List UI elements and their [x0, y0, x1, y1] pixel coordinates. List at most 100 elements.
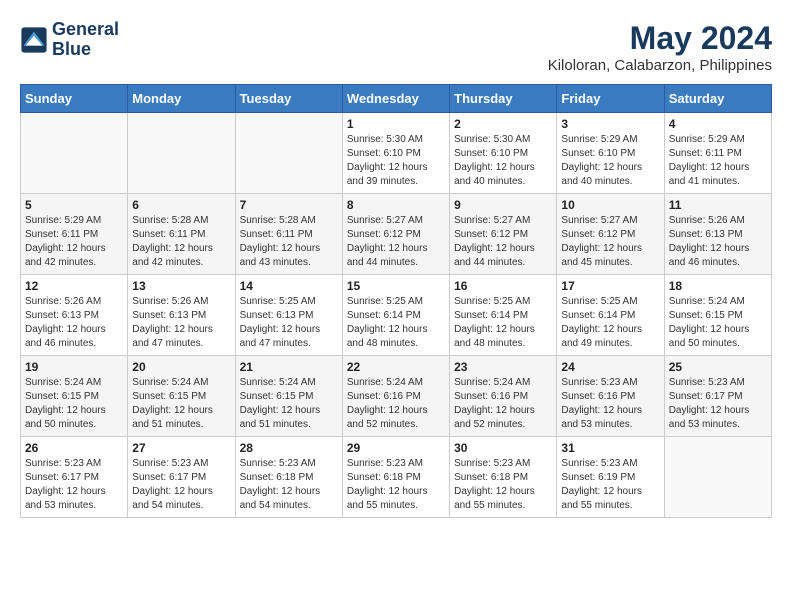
day-number: 31 [561, 441, 659, 455]
day-info: Sunrise: 5:30 AM Sunset: 6:10 PM Dayligh… [347, 133, 445, 189]
day-number: 30 [454, 441, 552, 455]
day-number: 29 [347, 441, 445, 455]
day-number: 3 [561, 117, 659, 131]
day-number: 18 [669, 279, 767, 293]
calendar-week-row: 1 Sunrise: 5:30 AM Sunset: 6:10 PM Daylig… [21, 113, 772, 194]
calendar-week-row: 26 Sunrise: 5:23 AM Sunset: 6:17 PM Dayli… [21, 437, 772, 518]
calendar-cell: 17 Sunrise: 5:25 AM Sunset: 6:14 PM Dayli… [557, 275, 664, 356]
day-info: Sunrise: 5:23 AM Sunset: 6:18 PM Dayligh… [347, 457, 445, 513]
day-info: Sunrise: 5:25 AM Sunset: 6:14 PM Dayligh… [347, 295, 445, 351]
day-info: Sunrise: 5:27 AM Sunset: 6:12 PM Dayligh… [454, 214, 552, 270]
calendar-cell: 23Sunrise: 5:24 AM Sunset: 6:16 PM Dayli… [450, 356, 557, 437]
day-number: 2 [454, 117, 552, 131]
calendar-cell: 31 Sunrise: 5:23 AM Sunset: 6:19 PM Dayli… [557, 437, 664, 518]
day-number: 27 [132, 441, 230, 455]
day-number: 12 [25, 279, 123, 293]
day-number: 13 [132, 279, 230, 293]
day-info: Sunrise: 5:26 AM Sunset: 6:13 PM Dayligh… [669, 214, 767, 270]
calendar-cell [21, 113, 128, 194]
day-info: Sunrise: 5:23 AM Sunset: 6:17 PM Dayligh… [669, 376, 767, 432]
calendar-cell: 11Sunrise: 5:26 AM Sunset: 6:13 PM Dayli… [664, 194, 771, 275]
day-number: 14 [240, 279, 338, 293]
day-number: 4 [669, 117, 767, 131]
calendar-cell: 3 Sunrise: 5:29 AM Sunset: 6:10 PM Daylig… [557, 113, 664, 194]
day-info: Sunrise: 5:23 AM Sunset: 6:17 PM Dayligh… [132, 457, 230, 513]
day-info: Sunrise: 5:30 AM Sunset: 6:10 PM Dayligh… [454, 133, 552, 189]
calendar-cell: 16Sunrise: 5:25 AM Sunset: 6:14 PM Dayli… [450, 275, 557, 356]
calendar-cell: 24Sunrise: 5:23 AM Sunset: 6:16 PM Dayli… [557, 356, 664, 437]
weekday-header-cell: Sunday [21, 85, 128, 113]
day-info: Sunrise: 5:24 AM Sunset: 6:15 PM Dayligh… [240, 376, 338, 432]
calendar-cell: 19Sunrise: 5:24 AM Sunset: 6:15 PM Dayli… [21, 356, 128, 437]
calendar-body: 1 Sunrise: 5:30 AM Sunset: 6:10 PM Daylig… [21, 113, 772, 518]
day-info: Sunrise: 5:24 AM Sunset: 6:16 PM Dayligh… [347, 376, 445, 432]
calendar-cell: 30 Sunrise: 5:23 AM Sunset: 6:18 PM Dayli… [450, 437, 557, 518]
logo: General Blue [20, 20, 119, 60]
weekday-header-cell: Thursday [450, 85, 557, 113]
day-number: 28 [240, 441, 338, 455]
day-info: Sunrise: 5:23 AM Sunset: 6:18 PM Dayligh… [454, 457, 552, 513]
calendar-cell: 20 Sunrise: 5:24 AM Sunset: 6:15 PM Dayli… [128, 356, 235, 437]
day-number: 6 [132, 198, 230, 212]
day-info: Sunrise: 5:24 AM Sunset: 6:15 PM Dayligh… [25, 376, 123, 432]
day-number: 17 [561, 279, 659, 293]
calendar-cell: 5Sunrise: 5:29 AM Sunset: 6:11 PM Daylig… [21, 194, 128, 275]
calendar-cell: 21 Sunrise: 5:24 AM Sunset: 6:15 PM Dayli… [235, 356, 342, 437]
day-number: 25 [669, 360, 767, 374]
weekday-header-cell: Saturday [664, 85, 771, 113]
page-header: General Blue May 2024 Kiloloran, Calabar… [20, 20, 772, 74]
calendar-cell: 18 Sunrise: 5:24 AM Sunset: 6:15 PM Dayli… [664, 275, 771, 356]
calendar-cell: 12 Sunrise: 5:26 AM Sunset: 6:13 PM Dayli… [21, 275, 128, 356]
calendar-cell: 27 Sunrise: 5:23 AM Sunset: 6:17 PM Dayli… [128, 437, 235, 518]
weekday-header-cell: Tuesday [235, 85, 342, 113]
calendar-cell: 9Sunrise: 5:27 AM Sunset: 6:12 PM Daylig… [450, 194, 557, 275]
title-block: May 2024 Kiloloran, Calabarzon, Philippi… [548, 20, 772, 74]
weekday-header-cell: Monday [128, 85, 235, 113]
calendar-cell: 22Sunrise: 5:24 AM Sunset: 6:16 PM Dayli… [342, 356, 449, 437]
day-number: 7 [240, 198, 338, 212]
calendar-table: SundayMondayTuesdayWednesdayThursdayFrid… [20, 84, 772, 518]
day-info: Sunrise: 5:24 AM Sunset: 6:15 PM Dayligh… [132, 376, 230, 432]
calendar-cell [128, 113, 235, 194]
day-number: 16 [454, 279, 552, 293]
calendar-cell: 8 Sunrise: 5:27 AM Sunset: 6:12 PM Daylig… [342, 194, 449, 275]
calendar-cell: 4Sunrise: 5:29 AM Sunset: 6:11 PM Daylig… [664, 113, 771, 194]
calendar-cell: 2 Sunrise: 5:30 AM Sunset: 6:10 PM Daylig… [450, 113, 557, 194]
day-info: Sunrise: 5:27 AM Sunset: 6:12 PM Dayligh… [347, 214, 445, 270]
calendar-cell: 1 Sunrise: 5:30 AM Sunset: 6:10 PM Daylig… [342, 113, 449, 194]
day-info: Sunrise: 5:29 AM Sunset: 6:10 PM Dayligh… [561, 133, 659, 189]
day-info: Sunrise: 5:25 AM Sunset: 6:14 PM Dayligh… [561, 295, 659, 351]
day-number: 23 [454, 360, 552, 374]
logo-icon [20, 26, 48, 54]
day-number: 26 [25, 441, 123, 455]
calendar-week-row: 12 Sunrise: 5:26 AM Sunset: 6:13 PM Dayli… [21, 275, 772, 356]
day-number: 21 [240, 360, 338, 374]
calendar-cell: 26 Sunrise: 5:23 AM Sunset: 6:17 PM Dayli… [21, 437, 128, 518]
calendar-week-row: 19Sunrise: 5:24 AM Sunset: 6:15 PM Dayli… [21, 356, 772, 437]
calendar-cell: 15 Sunrise: 5:25 AM Sunset: 6:14 PM Dayli… [342, 275, 449, 356]
day-info: Sunrise: 5:23 AM Sunset: 6:19 PM Dayligh… [561, 457, 659, 513]
day-number: 5 [25, 198, 123, 212]
day-number: 8 [347, 198, 445, 212]
day-info: Sunrise: 5:23 AM Sunset: 6:17 PM Dayligh… [25, 457, 123, 513]
subtitle: Kiloloran, Calabarzon, Philippines [548, 57, 772, 74]
day-info: Sunrise: 5:28 AM Sunset: 6:11 PM Dayligh… [240, 214, 338, 270]
day-number: 20 [132, 360, 230, 374]
calendar-cell [664, 437, 771, 518]
calendar-cell: 13Sunrise: 5:26 AM Sunset: 6:13 PM Dayli… [128, 275, 235, 356]
day-info: Sunrise: 5:23 AM Sunset: 6:18 PM Dayligh… [240, 457, 338, 513]
main-title: May 2024 [548, 20, 772, 57]
day-info: Sunrise: 5:25 AM Sunset: 6:13 PM Dayligh… [240, 295, 338, 351]
day-number: 15 [347, 279, 445, 293]
calendar-cell: 10Sunrise: 5:27 AM Sunset: 6:12 PM Dayli… [557, 194, 664, 275]
day-info: Sunrise: 5:26 AM Sunset: 6:13 PM Dayligh… [25, 295, 123, 351]
weekday-header-cell: Friday [557, 85, 664, 113]
day-number: 1 [347, 117, 445, 131]
day-info: Sunrise: 5:28 AM Sunset: 6:11 PM Dayligh… [132, 214, 230, 270]
calendar-cell [235, 113, 342, 194]
calendar-cell: 6 Sunrise: 5:28 AM Sunset: 6:11 PM Daylig… [128, 194, 235, 275]
calendar-cell: 7 Sunrise: 5:28 AM Sunset: 6:11 PM Daylig… [235, 194, 342, 275]
day-number: 24 [561, 360, 659, 374]
day-info: Sunrise: 5:24 AM Sunset: 6:15 PM Dayligh… [669, 295, 767, 351]
calendar-cell: 14 Sunrise: 5:25 AM Sunset: 6:13 PM Dayli… [235, 275, 342, 356]
